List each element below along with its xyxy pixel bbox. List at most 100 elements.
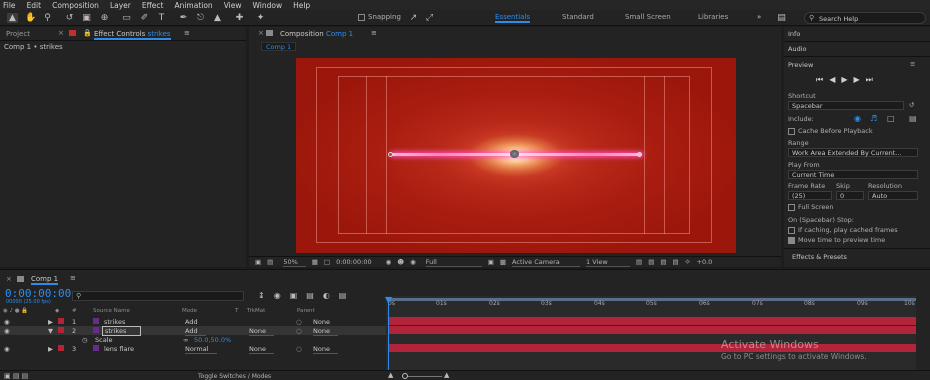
range-dropdown[interactable]: Work Area Extended By Current... bbox=[788, 148, 918, 157]
skip-dropdown[interactable]: 0 bbox=[836, 191, 864, 200]
expand-arrow-icon[interactable]: ▶ bbox=[48, 345, 53, 353]
region-of-interest-icon[interactable]: □ bbox=[324, 258, 330, 266]
puppet-pin-tool-icon[interactable]: ✦ bbox=[255, 13, 266, 23]
visibility-eye-icon[interactable]: ◉ bbox=[4, 318, 10, 326]
workspace-standard[interactable]: Standard bbox=[562, 13, 594, 21]
zoom-slider[interactable] bbox=[402, 376, 442, 377]
composition-viewer[interactable] bbox=[296, 58, 736, 253]
close-tab-icon[interactable]: × bbox=[58, 29, 64, 37]
expand-arrow-icon[interactable]: ▶ bbox=[48, 318, 53, 326]
first-frame-icon[interactable]: ⏮ bbox=[816, 75, 829, 84]
panel-menu-icon[interactable]: ≡ bbox=[184, 29, 190, 37]
flowchart-icon[interactable]: ▤ bbox=[673, 258, 679, 266]
menu-file[interactable]: File bbox=[3, 1, 16, 10]
zoom-in-icon[interactable]: ▲ bbox=[444, 371, 449, 379]
effects-presets-tab[interactable]: Effects & Presets bbox=[792, 253, 847, 261]
tab-effect-controls[interactable]: Effect Controls strikes bbox=[94, 30, 171, 40]
shy-layers-icon[interactable]: ▣ bbox=[290, 291, 307, 300]
layer-name[interactable]: lens flare bbox=[104, 345, 134, 353]
cache-before-playback-option[interactable]: Cache Before Playback bbox=[788, 127, 873, 135]
workspace-libraries[interactable]: Libraries bbox=[698, 13, 728, 21]
search-help-field[interactable]: ⚲ Search Help bbox=[804, 12, 926, 24]
time-ruler[interactable]: 0s 01s 02s 03s 04s 05s 06s 07s 08s 09s 1… bbox=[386, 300, 916, 310]
timeline-tracks[interactable]: 0s 01s 02s 03s 04s 05s 06s 07s 08s 09s 1… bbox=[385, 296, 916, 380]
motion-blur-icon[interactable]: ◐ bbox=[323, 291, 339, 300]
exposure-reset-icon[interactable]: ☼ bbox=[685, 258, 691, 266]
lock-icon[interactable] bbox=[17, 276, 24, 282]
frame-rate-dropdown[interactable]: (25) bbox=[788, 191, 832, 200]
menu-effect[interactable]: Effect bbox=[142, 1, 164, 10]
roto-brush-tool-icon[interactable]: ✚ bbox=[234, 13, 245, 23]
shortcut-dropdown[interactable]: Spacebar bbox=[788, 101, 904, 110]
layer-mode-dropdown[interactable]: Normal bbox=[185, 345, 217, 354]
property-row-scale[interactable]: ◷ Scale ∞ 50.0,50.0% bbox=[0, 335, 386, 344]
zoom-slider-thumb[interactable] bbox=[402, 373, 408, 379]
include-video-icon[interactable]: ◉ bbox=[854, 114, 861, 123]
exposure-value[interactable]: +0.0 bbox=[697, 258, 713, 266]
pen-tool-icon[interactable]: ✐ bbox=[139, 13, 150, 23]
audio-panel-tab[interactable]: Audio bbox=[788, 45, 806, 53]
reset-icon[interactable]: ↺ bbox=[909, 101, 914, 109]
zoom-tool-icon[interactable]: ⚲ bbox=[42, 13, 53, 23]
pan-behind-tool-icon[interactable]: ⊕ bbox=[99, 13, 110, 23]
menu-edit[interactable]: Edit bbox=[27, 1, 42, 10]
transparency-grid-icon[interactable]: ▩ bbox=[500, 258, 506, 266]
graph-editor-icon[interactable]: ▤ bbox=[339, 291, 356, 300]
resolution-dropdown[interactable]: Full bbox=[425, 258, 482, 267]
snapping-checkbox[interactable] bbox=[358, 13, 365, 21]
export-icon[interactable]: ▤ bbox=[909, 114, 917, 123]
layer-duration-bar[interactable] bbox=[388, 326, 916, 334]
color-channel-icon[interactable]: ◉ bbox=[410, 258, 416, 266]
snap-icon[interactable]: ↗ bbox=[408, 13, 419, 23]
move-time-option[interactable]: Move time to preview time bbox=[788, 236, 885, 244]
brush-tool-icon[interactable]: ✒ bbox=[178, 13, 189, 23]
grid-icon[interactable]: ▦ bbox=[312, 258, 318, 266]
toggle-switches-modes[interactable]: Toggle Switches / Modes bbox=[198, 373, 271, 380]
parent-pickwhip-icon[interactable]: ○ bbox=[296, 318, 302, 326]
pixel-aspect-icon[interactable]: ▤ bbox=[636, 258, 642, 266]
hand-tool-icon[interactable]: ✋ bbox=[25, 13, 36, 23]
start-point-handle[interactable] bbox=[388, 152, 393, 157]
sync-settings-icon[interactable]: ▤ bbox=[776, 13, 787, 23]
tab-project[interactable]: Project bbox=[6, 30, 30, 38]
render-time-icon[interactable]: ▣ ▤ ▤ bbox=[4, 372, 28, 380]
rectangle-tool-icon[interactable]: ▭ bbox=[121, 13, 132, 23]
layer-trkmat-dropdown[interactable]: None bbox=[249, 345, 274, 354]
workspace-essentials[interactable]: Essentials bbox=[495, 13, 531, 23]
magnification-dropdown[interactable]: 50% bbox=[283, 258, 306, 267]
frame-blending-icon[interactable]: ▤ bbox=[306, 291, 323, 300]
parent-pickwhip-icon[interactable]: ○ bbox=[296, 327, 302, 335]
menu-help[interactable]: Help bbox=[293, 1, 310, 10]
lock-icon[interactable] bbox=[266, 30, 273, 36]
snapping-toggle[interactable]: Snapping bbox=[358, 13, 401, 21]
target-region-icon[interactable]: ▣ bbox=[488, 258, 494, 266]
fast-preview-icon[interactable]: ▤ bbox=[648, 258, 654, 266]
timeline-layer-row[interactable]: ◉ ▶ 1 strikes Add ○ None bbox=[0, 317, 386, 327]
play-icon[interactable]: ▶ bbox=[841, 75, 853, 84]
play-from-dropdown[interactable]: Current Time bbox=[788, 170, 918, 179]
timeline-layer-row[interactable]: ◉ ▶ 3 lens flare Normal None ○ None bbox=[0, 344, 386, 354]
collapse-arrow-icon[interactable]: ▼ bbox=[48, 327, 53, 335]
camera-view-dropdown[interactable]: Active Camera bbox=[512, 258, 581, 267]
rotate-tool-icon[interactable]: ↺ bbox=[64, 13, 75, 23]
include-audio-icon[interactable]: ♬ bbox=[870, 114, 877, 123]
cache-checkbox[interactable] bbox=[788, 127, 795, 135]
show-snapshot-icon[interactable]: ☻ bbox=[397, 258, 404, 266]
comp-subtab[interactable]: Comp 1 bbox=[261, 42, 297, 51]
camera-tool-icon[interactable]: ▣ bbox=[81, 13, 92, 23]
stopwatch-icon[interactable]: ◷ bbox=[82, 336, 88, 344]
menu-view[interactable]: View bbox=[224, 1, 242, 10]
preview-panel-tab[interactable]: Preview bbox=[788, 61, 813, 69]
lock-icon[interactable]: 🔒 bbox=[83, 29, 92, 37]
comp-flowchart-icon[interactable]: ↨ bbox=[258, 291, 274, 300]
monitor-icon[interactable]: ▤ bbox=[267, 258, 273, 266]
visibility-eye-icon[interactable]: ◉ bbox=[4, 345, 10, 353]
full-screen-option[interactable]: Full Screen bbox=[788, 203, 834, 211]
eraser-tool-icon[interactable]: ▲ bbox=[212, 13, 223, 23]
layer-duration-bar[interactable] bbox=[388, 317, 916, 325]
snapshot-camera-icon[interactable]: ◉ bbox=[386, 258, 392, 266]
panel-menu-icon[interactable]: ≡ bbox=[910, 60, 915, 68]
timeline-layer-row[interactable]: ◉ ▼ 2 strikes Add None ○ None bbox=[0, 326, 386, 336]
expand-icon[interactable]: ⤢ bbox=[424, 13, 435, 23]
current-time-display[interactable]: 0:00:00:00 bbox=[336, 258, 380, 266]
